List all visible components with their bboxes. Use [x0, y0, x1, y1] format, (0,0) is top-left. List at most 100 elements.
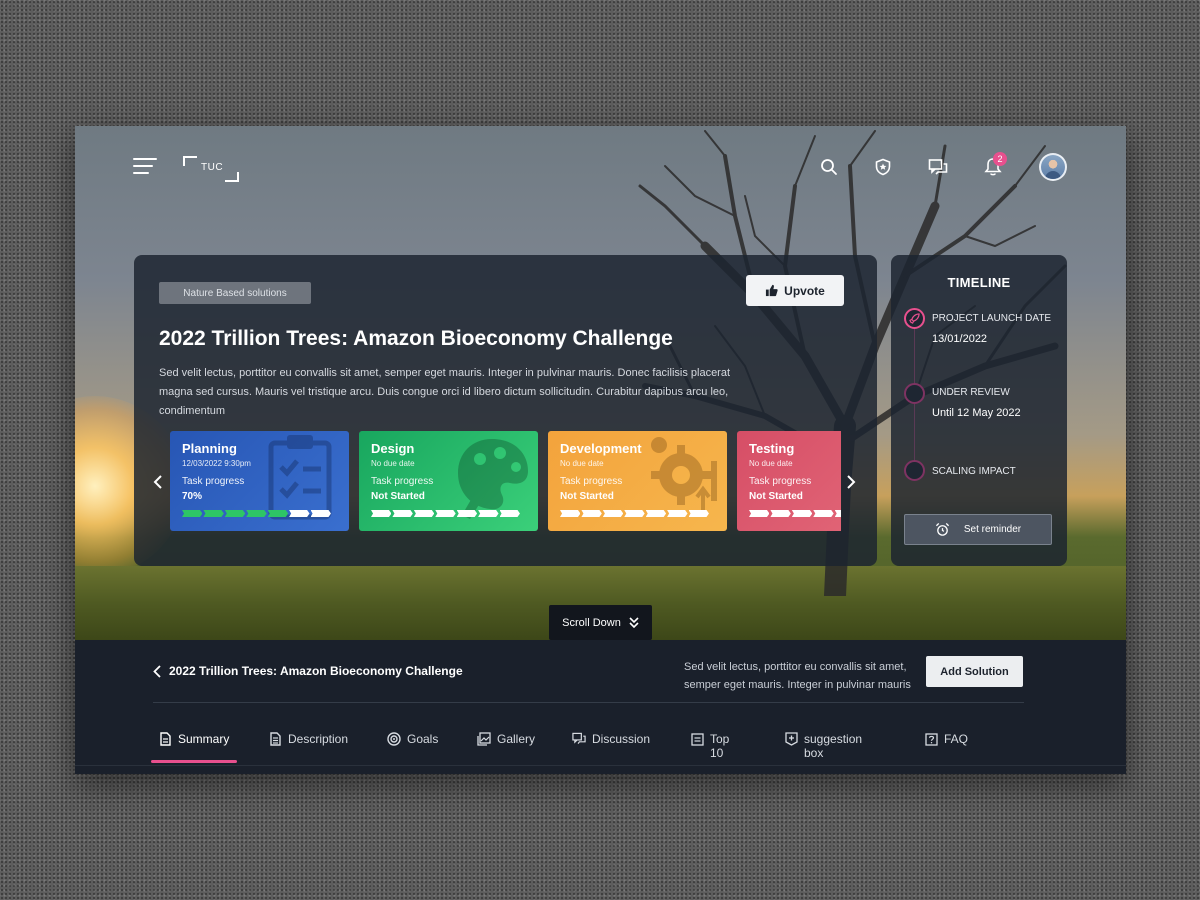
tab-label: Discussion: [592, 732, 651, 746]
rocket-icon: [904, 308, 925, 329]
progress-segment: [624, 510, 645, 517]
stage-card-development[interactable]: Development No due date Task progress No…: [548, 431, 727, 531]
target-icon: [387, 732, 401, 746]
progress-segment: [667, 510, 688, 517]
stage-title: Design: [371, 441, 415, 456]
question-icon: [924, 732, 938, 746]
progress-segment: [813, 510, 834, 517]
progress-segment: [289, 510, 310, 517]
stage-date: No due date: [560, 459, 604, 468]
tab-label: suggestion box: [804, 732, 863, 760]
stage-progress-bar: [371, 510, 521, 517]
tab-label: FAQ: [944, 732, 969, 746]
timeline-panel: TIMELINE PROJECT LAUNCH DATE 13/01/2022 …: [891, 255, 1067, 566]
tab-suggestion-box[interactable]: suggestion box: [785, 728, 863, 764]
tab-label: Top 10: [710, 732, 730, 760]
hamburger-menu-icon[interactable]: [133, 158, 159, 178]
section-description: Sed velit lectus, porttitor eu convallis…: [684, 661, 911, 691]
progress-segment: [749, 510, 770, 517]
chevron-left-icon: [153, 664, 161, 678]
set-reminder-button[interactable]: Set reminder: [904, 514, 1052, 545]
stage-carousel: Planning 12/03/2022 9:30pm Task progress…: [170, 431, 841, 531]
progress-segment: [581, 510, 602, 517]
tab-label: Description: [288, 732, 349, 746]
stage-progress-label: Task progress: [560, 476, 623, 487]
avatar[interactable]: [1039, 153, 1067, 181]
stage-date: No due date: [371, 459, 415, 468]
stage-progress-label: Task progress: [182, 476, 245, 487]
timeline-title: TIMELINE: [947, 275, 1011, 290]
alarm-icon: [935, 522, 949, 536]
reminder-label: Set reminder: [963, 524, 1022, 535]
stage-card-planning[interactable]: Planning 12/03/2022 9:30pm Task progress…: [170, 431, 349, 531]
chat-icon[interactable]: [927, 156, 949, 178]
progress-segment: [224, 510, 246, 517]
progress-segment: [688, 510, 709, 517]
tab-label: Summary: [178, 732, 230, 746]
progress-segment: [371, 510, 392, 517]
divider: [153, 702, 1024, 703]
category-tag[interactable]: Nature Based solutions: [159, 282, 311, 304]
progress-segment: [602, 510, 624, 517]
challenge-panel: Nature Based solutions Upvote 2022 Trill…: [134, 255, 877, 566]
active-tab-indicator: [151, 760, 237, 763]
progress-segment: [770, 510, 791, 517]
timeline-label: UNDER REVIEW: [932, 387, 1010, 398]
search-icon[interactable]: [818, 156, 840, 178]
tab-top-10[interactable]: Top 10: [691, 728, 730, 764]
tab-description[interactable]: Description: [268, 728, 348, 764]
clipboard-icon: [268, 435, 332, 520]
upvote-label: Upvote: [784, 283, 825, 298]
timeline-value: 13/01/2022: [932, 333, 988, 345]
progress-segment: [645, 510, 667, 517]
progress-segment: [456, 510, 478, 517]
carousel-next-icon[interactable]: [841, 472, 861, 492]
stage-title: Planning: [182, 441, 237, 456]
file-text-icon: [268, 732, 282, 746]
scroll-down-button[interactable]: Scroll Down: [549, 605, 652, 640]
tab-gallery[interactable]: Gallery: [477, 728, 535, 764]
stage-progress-bar: [182, 510, 332, 517]
timeline-value: Until 12 May 2022: [932, 407, 1021, 419]
upvote-button[interactable]: Upvote: [746, 275, 844, 306]
timeline-label: SCALING IMPACT: [932, 466, 1016, 477]
stage-progress-bar: [560, 510, 710, 517]
logo-text: TUC: [201, 162, 224, 173]
tab-goals[interactable]: Goals: [387, 728, 438, 764]
logo[interactable]: TUC: [183, 156, 239, 182]
stage-status: Not Started: [749, 491, 803, 502]
stage-title: Development: [560, 441, 642, 456]
challenge-description: Sed velit lectus, porttitor eu convallis…: [159, 367, 731, 417]
add-solution-button[interactable]: Add Solution: [926, 656, 1023, 687]
challenge-details-section: 2022 Trillion Trees: Amazon Bioeconomy C…: [75, 640, 1126, 774]
stage-date: 12/03/2022 9:30pm: [182, 459, 251, 468]
scroll-down-label: Scroll Down: [562, 616, 621, 629]
stage-progress-label: Task progress: [749, 476, 812, 487]
stage-card-design[interactable]: Design No due date Task progress Not Sta…: [359, 431, 538, 531]
chat-icon: [572, 732, 586, 746]
stage-title: Testing: [749, 441, 795, 456]
shield-icon[interactable]: [872, 156, 894, 178]
app-window: TUC 2 Nature Based solutions Upvote 2022…: [75, 126, 1126, 774]
progress-segment: [478, 510, 499, 517]
progress-segment: [267, 510, 289, 517]
tab-discussion[interactable]: Discussion: [572, 728, 650, 764]
top-nav-bar: TUC 2: [75, 126, 1126, 216]
carousel-prev-icon[interactable]: [148, 472, 168, 492]
divider: [75, 765, 1126, 766]
stage-card-testing[interactable]: Testing No due date Task progress Not St…: [737, 431, 841, 531]
tab-label: Goals: [407, 732, 439, 746]
challenge-title: 2022 Trillion Trees: Amazon Bioeconomy C…: [159, 327, 673, 350]
stage-status: Not Started: [560, 491, 614, 502]
progress-segment: [413, 510, 435, 517]
progress-segment: [310, 510, 331, 517]
tab-summary[interactable]: Summary: [158, 728, 229, 764]
tab-faq[interactable]: FAQ: [924, 728, 968, 764]
stage-status: 70%: [182, 491, 203, 502]
thumbs-up-icon: [766, 284, 778, 297]
back-link[interactable]: 2022 Trillion Trees: Amazon Bioeconomy C…: [153, 664, 463, 678]
section-title: 2022 Trillion Trees: Amazon Bioeconomy C…: [169, 664, 463, 678]
tab-label: Gallery: [497, 732, 536, 746]
progress-segment: [203, 510, 224, 517]
progress-segment: [246, 510, 267, 517]
